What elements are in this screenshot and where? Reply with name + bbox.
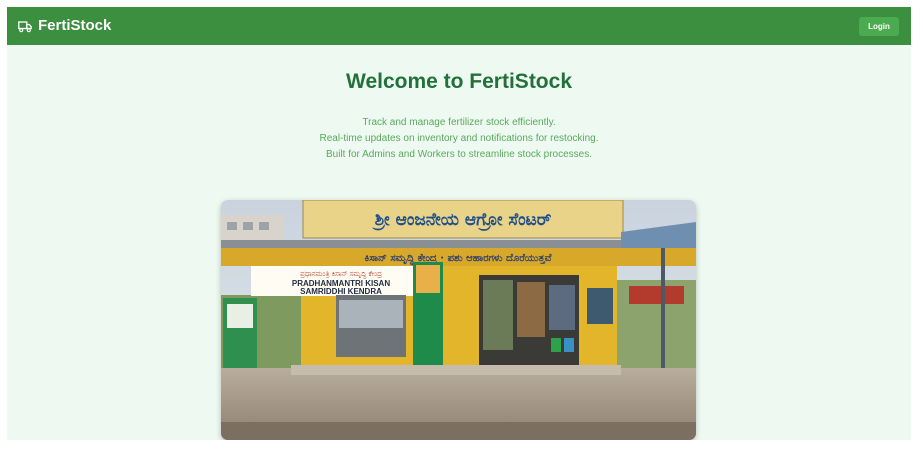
banner-text-line2: SAMRIDDHI KENDRA bbox=[300, 287, 382, 296]
tagline-line: Track and manage fertilizer stock effici… bbox=[362, 117, 556, 128]
brand-name: FertiStock bbox=[38, 17, 112, 34]
brand[interactable]: FertiStock bbox=[18, 16, 111, 36]
login-button[interactable]: Login bbox=[859, 17, 899, 36]
hero-photo: ಶ್ರೀ ಆಂಜನೇಯ ಆಗ್ರೋ ಸೆಂಟರ್ ಕಿಸಾನ್ ಸಮೃದ್ಧಿ … bbox=[221, 200, 696, 440]
page-frame: FertiStock Login Welcome to FertiStock T… bbox=[7, 7, 911, 440]
svg-text:ಕಿಸಾನ್ ಸಮೃದ್ಧಿ ಕೇಂದ್ರ · ಪಶು ಆಹ: ಕಿಸಾನ್ ಸಮೃದ್ಧಿ ಕೇಂದ್ರ · ಪಶು ಆಹಾರಗಳು ದೊರೆ… bbox=[365, 253, 553, 265]
signboard-text: ಶ್ರೀ ಆಂಜನೇಯ ಆಗ್ರೋ ಸೆಂಟರ್ bbox=[372, 210, 551, 232]
tagline-line: Real-time updates on inventory and notif… bbox=[319, 133, 599, 144]
tagline-line: Built for Admins and Workers to streamli… bbox=[325, 149, 593, 160]
truck-icon bbox=[18, 20, 32, 32]
shop-front-illustration: ಶ್ರೀ ಆಂಜನೇಯ ಆಗ್ರೋ ಸೆಂಟರ್ ಕಿಸಾನ್ ಸಮೃದ್ಧಿ … bbox=[221, 200, 696, 440]
navbar: FertiStock Login bbox=[7, 7, 911, 45]
page-title: Welcome to FertiStock bbox=[346, 70, 572, 93]
